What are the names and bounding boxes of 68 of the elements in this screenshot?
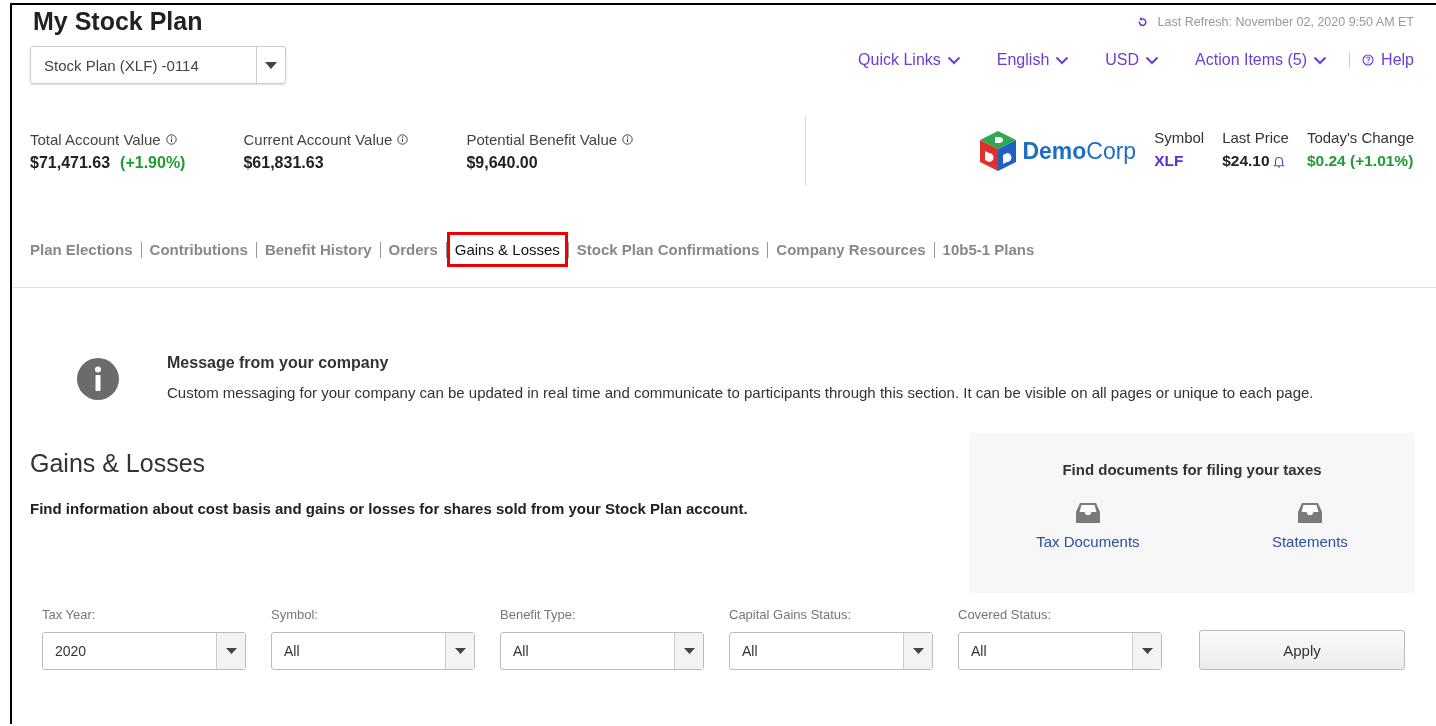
caret-icon xyxy=(1141,648,1153,654)
document-link[interactable]: Statements xyxy=(1271,533,1348,550)
quote-label: Today's Change xyxy=(1306,129,1414,146)
filter-label: Capital Gains Status: xyxy=(729,607,853,622)
info-icon[interactable] xyxy=(165,133,177,145)
info-icon[interactable] xyxy=(397,133,409,145)
filter-select[interactable]: 2020 xyxy=(42,632,246,670)
todays-change: $0.24 (+1.01%) xyxy=(1306,152,1414,170)
section-description: Find information about cost basis and gains or losses for shares sold from your Stock Plan account. xyxy=(30,500,748,517)
info-icon xyxy=(76,357,120,401)
stat-value: $9,640.00 xyxy=(466,153,538,172)
inbox-tray-icon[interactable] xyxy=(1074,502,1101,524)
chevron-down-icon xyxy=(1055,55,1070,65)
last-refresh-text: Last Refresh: November 02, 2020 9:50 AM ET xyxy=(1157,15,1414,29)
chevron-down-icon xyxy=(1145,55,1160,65)
filter-label: Covered Status: xyxy=(958,607,1053,622)
nav-tab[interactable]: Orders xyxy=(380,232,446,267)
nav-tab[interactable]: 10b5-1 Plans xyxy=(934,232,1043,267)
caret-icon xyxy=(683,648,695,654)
chevron-down-icon xyxy=(1313,55,1328,65)
caret-icon xyxy=(265,61,277,69)
caret-icon xyxy=(225,648,237,654)
document-link[interactable]: Tax Documents xyxy=(1036,533,1140,550)
section-title: Gains & Losses xyxy=(30,449,207,478)
stat-value: $71,471.63 xyxy=(30,153,111,172)
nav-tab[interactable]: Contributions xyxy=(141,232,256,267)
apply-button[interactable]: Apply xyxy=(1199,630,1405,670)
filter-label: Tax Year: xyxy=(42,607,97,622)
quote-label: Last Price xyxy=(1222,129,1289,146)
filter-label: Symbol: xyxy=(271,607,319,622)
filter-select[interactable]: All xyxy=(729,632,933,670)
nav-tab[interactable]: Company Resources xyxy=(768,232,934,267)
stat-label: Potential Benefit Value xyxy=(466,130,618,148)
panel-title: Find documents for filing your taxes xyxy=(1062,461,1322,478)
info-icon[interactable] xyxy=(622,133,634,145)
dropdown-link[interactable]: English xyxy=(996,51,1070,69)
quote-label: Symbol xyxy=(1154,129,1205,146)
message-title: Message from your company xyxy=(167,354,390,372)
stock-symbol: XLF xyxy=(1154,152,1185,170)
filter-select[interactable]: All xyxy=(271,632,475,670)
nav-tab[interactable]: Benefit History xyxy=(256,232,380,267)
bell-icon[interactable] xyxy=(1272,154,1285,168)
nav-tab[interactable]: Plan Elections xyxy=(22,232,141,267)
last-price: $24.10 xyxy=(1222,152,1270,170)
stat-label: Total Account Value xyxy=(30,130,161,148)
nav-tab[interactable]: Gains & Losses xyxy=(446,232,568,267)
help-link[interactable]: Help xyxy=(1362,51,1414,69)
caret-icon xyxy=(454,648,466,654)
filter-label: Benefit Type: xyxy=(500,607,577,622)
filter-select[interactable]: All xyxy=(958,632,1162,670)
chevron-down-icon xyxy=(946,55,961,65)
cube-logo-icon xyxy=(978,129,1019,173)
dropdown-link[interactable]: USD xyxy=(1105,51,1160,69)
caret-icon xyxy=(912,648,924,654)
company-logo-text: DemoCorp xyxy=(1022,137,1137,165)
message-text: Custom messaging for your company can be updated in real time and communicate to participants through this section. It can be visible on all pages or unique to each page. xyxy=(167,383,1314,403)
dropdown-link[interactable]: Quick Links xyxy=(858,51,961,69)
inbox-tray-icon[interactable] xyxy=(1296,502,1323,524)
filter-select[interactable]: All xyxy=(500,632,704,670)
refresh-icon[interactable] xyxy=(1136,16,1148,28)
stat-value: $61,831.63 xyxy=(243,153,324,172)
page-title: My Stock Plan xyxy=(33,7,204,36)
stat-change: (+1.90%) xyxy=(120,153,186,172)
nav-tab[interactable]: Stock Plan Confirmations xyxy=(568,232,768,267)
stat-label: Current Account Value xyxy=(243,130,393,148)
dropdown-link[interactable]: Action Items (5) xyxy=(1195,51,1328,69)
help-icon xyxy=(1362,54,1375,66)
plan-select[interactable]: Stock Plan (XLF) -0114 xyxy=(30,46,286,84)
